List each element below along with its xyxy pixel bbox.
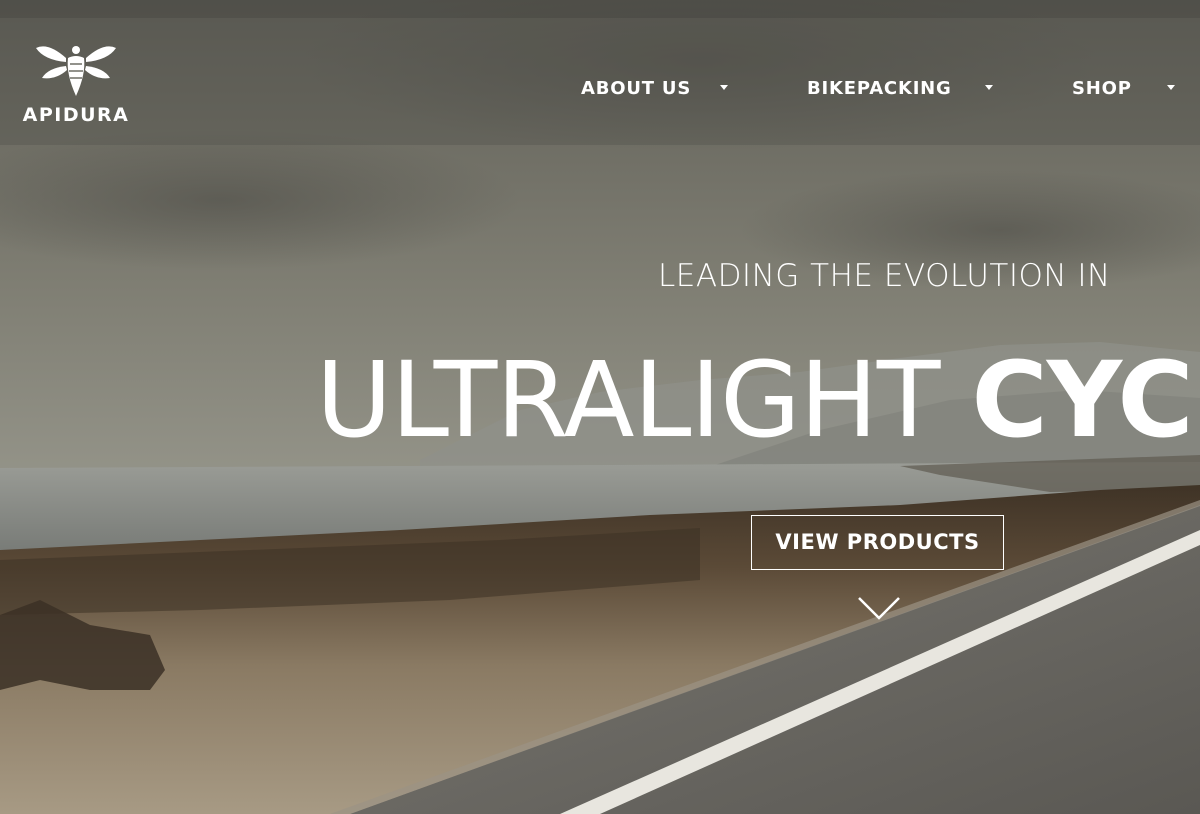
nav-item-bikepacking[interactable]: BIKEPACKING <box>807 76 997 104</box>
nav-item-label: SHOP <box>1072 78 1132 99</box>
site-header: APIDURA ABOUT US BIKEPACKING SHOP <box>0 18 1200 145</box>
hero-headline-bold: CYCLING <box>971 340 1200 460</box>
nav-item-label: ABOUT US <box>581 78 692 99</box>
caret-down-icon <box>720 85 728 90</box>
brand-name: APIDURA <box>22 104 130 126</box>
page: APIDURA ABOUT US BIKEPACKING SHOP LEADIN… <box>0 0 1200 814</box>
caret-down-icon <box>985 85 993 90</box>
view-products-button[interactable]: VIEW PRODUCTS <box>751 515 1004 570</box>
hero-tagline: LEADING THE EVOLUTION IN <box>658 258 1111 294</box>
caret-down-icon <box>1167 85 1175 90</box>
nav-item-about-us[interactable]: ABOUT US <box>581 76 731 104</box>
chevron-down-icon[interactable] <box>857 595 901 621</box>
top-strip <box>0 0 1200 18</box>
nav-item-label: BIKEPACKING <box>807 78 952 99</box>
hero-headline-light: ULTRALIGHT <box>316 340 972 460</box>
nav-item-shop[interactable]: SHOP <box>1072 76 1200 104</box>
hero-headline: ULTRALIGHT CYCLING <box>316 340 1200 460</box>
main-nav: ABOUT US BIKEPACKING SHOP <box>0 76 1200 104</box>
